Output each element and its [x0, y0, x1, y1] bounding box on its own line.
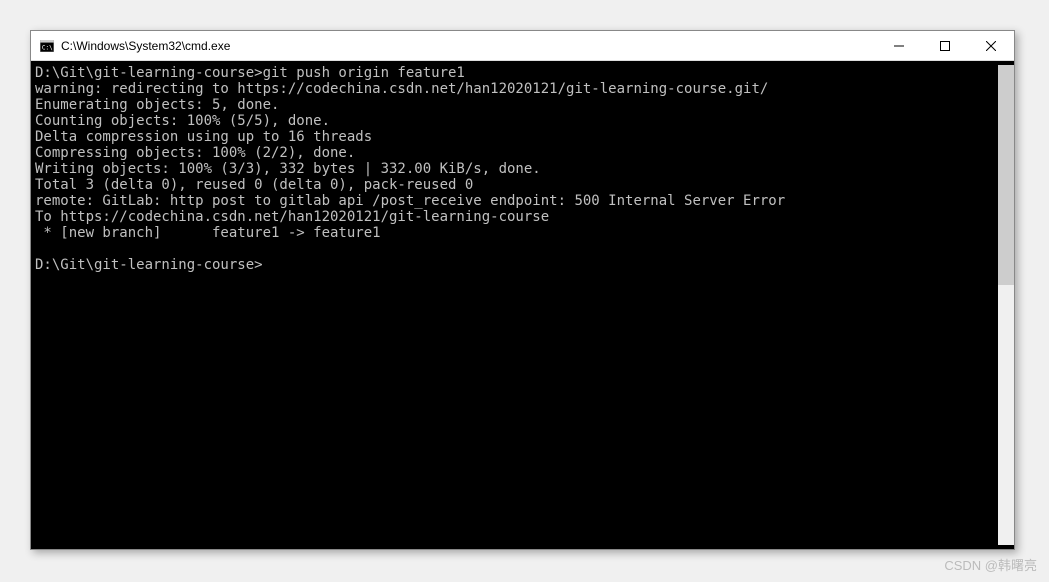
- terminal-body[interactable]: D:\Git\git-learning-course>git push orig…: [31, 61, 1014, 549]
- cmd-window: C:\ C:\Windows\System32\cmd.exe D:\Git\g…: [30, 30, 1015, 550]
- cmd-icon: C:\: [39, 38, 55, 54]
- maximize-button[interactable]: [922, 31, 968, 60]
- scrollbar-thumb[interactable]: [998, 65, 1014, 285]
- scrollbar[interactable]: [998, 65, 1014, 545]
- minimize-button[interactable]: [876, 31, 922, 60]
- close-button[interactable]: [968, 31, 1014, 60]
- svg-text:C:\: C:\: [42, 44, 53, 51]
- titlebar[interactable]: C:\ C:\Windows\System32\cmd.exe: [31, 31, 1014, 61]
- watermark: CSDN @韩曙亮: [944, 555, 1037, 574]
- window-controls: [876, 31, 1014, 60]
- terminal-output: D:\Git\git-learning-course>git push orig…: [35, 65, 998, 545]
- window-title: C:\Windows\System32\cmd.exe: [61, 39, 876, 53]
